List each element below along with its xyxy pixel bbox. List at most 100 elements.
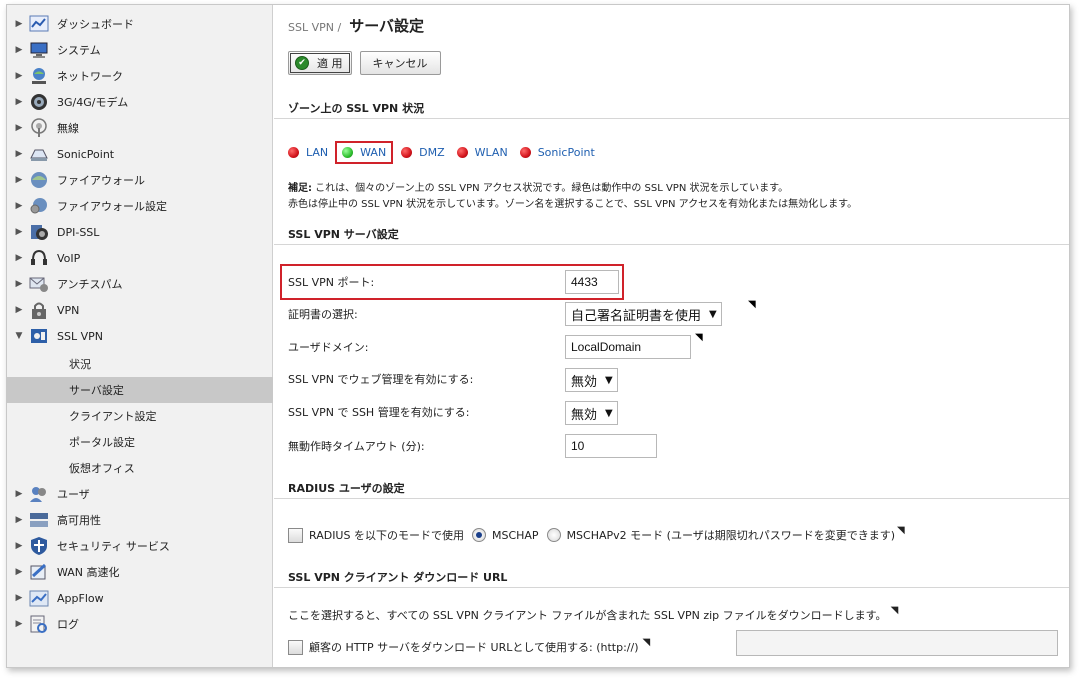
sidebar-subitem-server-settings[interactable]: サーバ設定 (7, 377, 273, 403)
expand-arrow-icon[interactable]: ▶ (13, 279, 25, 289)
firewall-settings-icon (30, 198, 47, 214)
expand-arrow-icon[interactable]: ▶ (13, 489, 25, 499)
sidebar-item-security-services[interactable]: ▶ セキュリティ サービス (7, 533, 273, 559)
expand-arrow-icon[interactable]: ▶ (13, 71, 25, 81)
note-text: これは、個々のゾーン上の SSL VPN アクセス状況です。緑色は動作中の SS… (312, 183, 789, 194)
expand-arrow-icon[interactable]: ▶ (13, 541, 25, 551)
sidebar-item-sonicpoint[interactable]: ▶ SonicPoint (7, 141, 273, 167)
zone-status-list: LAN WAN DMZ WLAN SonicPoint (288, 141, 607, 164)
expand-arrow-icon[interactable]: ▶ (13, 253, 25, 263)
sidebar-item-ssl-vpn[interactable]: ▼ SSL VPN (7, 323, 273, 349)
expand-arrow-icon[interactable]: ▶ (13, 567, 25, 577)
expand-arrow-icon[interactable]: ▶ (13, 201, 25, 211)
expand-arrow-icon[interactable]: ▶ (13, 305, 25, 315)
download-link[interactable]: ここを選択 (288, 607, 343, 623)
antispam-icon (29, 277, 48, 292)
sidebar-item-wireless[interactable]: ▶ 無線 (7, 115, 273, 141)
sidebar-item-voip[interactable]: ▶ VoIP (7, 245, 273, 271)
mschapv2-radio[interactable] (546, 528, 561, 542)
sidebar-item-antispam[interactable]: ▶ アンチスパム (7, 271, 273, 297)
cert-select[interactable]: 自己署名証明書を使用 ▼ (565, 302, 722, 326)
expand-arrow-icon[interactable]: ▶ (13, 45, 25, 55)
timeout-input[interactable]: 10 (565, 434, 657, 458)
sidebar-item-label: AppFlow (57, 591, 104, 605)
sidebar-item-log[interactable]: ▶ ログ (7, 611, 273, 637)
radius-checkbox[interactable] (288, 527, 303, 543)
note-label: 補足: (288, 183, 312, 194)
wireless-icon (31, 118, 47, 137)
collapse-arrow-icon[interactable]: ▼ (13, 331, 25, 341)
dropdown-caret-icon: ▼ (605, 407, 613, 419)
sonicpoint-icon (30, 149, 48, 161)
sidebar-item-dashboard[interactable]: ▶ ダッシュボード (7, 11, 273, 37)
web-mgmt-label: SSL VPN でウェブ管理を有効にする: (288, 373, 474, 386)
info-tick-icon: ◥ (695, 332, 703, 343)
port-label: SSL VPN ポート: (288, 276, 375, 289)
modem-icon (31, 94, 47, 110)
check-icon: ✔ (295, 56, 309, 70)
breadcrumb: SSL VPN / サーバ設定 (288, 15, 424, 37)
domain-row: ユーザドメイン: (288, 334, 369, 360)
sidebar-subitem-client-settings[interactable]: クライアント設定 (7, 403, 273, 429)
expand-arrow-icon[interactable]: ▶ (13, 619, 25, 629)
sidebar-item-network[interactable]: ▶ ネットワーク (7, 63, 273, 89)
ssh-mgmt-select[interactable]: 無効 ▼ (565, 401, 618, 425)
wan-acceleration-icon (30, 563, 47, 580)
expand-arrow-icon[interactable]: ▶ (13, 515, 25, 525)
sidebar-item-label: ファイアウォール (57, 174, 145, 187)
sidebar-item-label: ログ (57, 618, 79, 631)
zone-label: DMZ (419, 146, 445, 159)
custom-http-label: 顧客の HTTP サーバをダウンロード URLとして使用する: (http://… (309, 641, 639, 654)
zone-wlan[interactable]: WLAN (456, 146, 508, 159)
sidebar-item-label: ファイアウォール設定 (57, 200, 167, 213)
cancel-button[interactable]: キャンセル (359, 51, 441, 75)
download-desc: すると、すべての SSL VPN クライアント ファイルが含まれた SSL VP… (343, 609, 887, 622)
cancel-button-label: キャンセル (372, 57, 428, 70)
apply-button[interactable]: ✔ 適 用 (288, 51, 352, 75)
timeout-row: 無動作時タイムアウト (分): (288, 433, 425, 459)
sidebar: ▶ ダッシュボード ▶ システム ▶ ネットワーク ▶ 3G/4G/モデム ▶ … (7, 5, 273, 667)
expand-arrow-icon[interactable]: ▶ (13, 593, 25, 603)
dropdown-caret-icon: ▼ (605, 374, 613, 386)
zone-sonicpoint[interactable]: SonicPoint (519, 146, 595, 159)
sidebar-item-firewall-settings[interactable]: ▶ ファイアウォール設定 (7, 193, 273, 219)
sidebar-item-system[interactable]: ▶ システム (7, 37, 273, 63)
sidebar-subitem-label: サーバ設定 (69, 384, 124, 397)
web-mgmt-select-value: 無効 (571, 374, 598, 390)
breadcrumb-parent[interactable]: SSL VPN / (288, 21, 341, 34)
zone-lan[interactable]: LAN (288, 146, 328, 159)
ssh-mgmt-select-value: 無効 (571, 407, 598, 423)
mschap-label: MSCHAP (491, 528, 539, 542)
expand-arrow-icon[interactable]: ▶ (13, 175, 25, 185)
custom-http-url-input[interactable] (736, 630, 1058, 656)
section-title-zone-status: ゾーン上の SSL VPN 状況 (274, 97, 1069, 119)
status-dot-icon (519, 147, 531, 158)
sidebar-item-appflow[interactable]: ▶ AppFlow (7, 585, 273, 611)
expand-arrow-icon[interactable]: ▶ (13, 123, 25, 133)
sidebar-item-users[interactable]: ▶ ユーザ (7, 481, 273, 507)
sidebar-item-wan-acceleration[interactable]: ▶ WAN 高速化 (7, 559, 273, 585)
cert-label: 証明書の選択: (288, 308, 358, 321)
custom-http-checkbox[interactable] (288, 639, 303, 655)
zone-dmz[interactable]: DMZ (401, 146, 445, 159)
expand-arrow-icon[interactable]: ▶ (13, 149, 25, 159)
mschap-radio[interactable] (471, 528, 486, 542)
sidebar-item-dpi-ssl[interactable]: ▶ DPI-SSL (7, 219, 273, 245)
expand-arrow-icon[interactable]: ▶ (13, 227, 25, 237)
sidebar-item-label: DPI-SSL (57, 225, 100, 239)
expand-arrow-icon[interactable]: ▶ (13, 97, 25, 107)
sidebar-subitem-virtual-office[interactable]: 仮想オフィス (7, 455, 273, 481)
sidebar-subitem-portal-settings[interactable]: ポータル設定 (7, 429, 273, 455)
sidebar-item-modem[interactable]: ▶ 3G/4G/モデム (7, 89, 273, 115)
sidebar-subitem-status[interactable]: 状況 (7, 351, 273, 377)
port-input[interactable]: 4433 (565, 270, 619, 294)
sidebar-item-vpn[interactable]: ▶ VPN (7, 297, 273, 323)
sidebar-item-high-availability[interactable]: ▶ 高可用性 (7, 507, 273, 533)
sidebar-item-firewall[interactable]: ▶ ファイアウォール (7, 167, 273, 193)
expand-arrow-icon[interactable]: ▶ (13, 19, 25, 29)
sidebar-item-label: 3G/4G/モデム (57, 96, 129, 109)
zone-wan[interactable]: WAN (335, 141, 394, 164)
web-mgmt-select[interactable]: 無効 ▼ (565, 368, 618, 392)
sidebar-item-label: SonicPoint (57, 147, 115, 161)
user-domain-input[interactable]: LocalDomain (565, 335, 691, 359)
